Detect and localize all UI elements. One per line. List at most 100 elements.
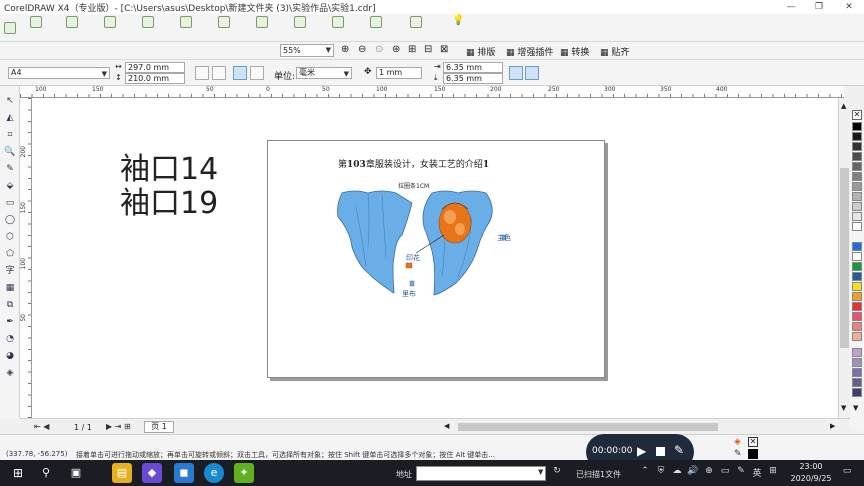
palette-swatch[interactable] <box>852 388 862 397</box>
help-bulb-icon[interactable]: 💡 <box>452 15 464 26</box>
zoom-page-icon[interactable]: ⊞ <box>408 44 416 55</box>
vertical-ruler[interactable]: 200 150 100 50 <box>20 98 32 418</box>
no-fill-indicator-icon[interactable]: ✕ <box>748 437 758 447</box>
paste-icon[interactable] <box>218 16 230 28</box>
zoom-tool-icon[interactable]: 🔍 <box>3 145 17 159</box>
pick-tool-icon[interactable]: ↖ <box>3 94 17 108</box>
convert-button[interactable]: ▦ 转换 <box>560 45 589 58</box>
page-height-field[interactable]: 210.0 mm <box>125 73 185 84</box>
address-field[interactable] <box>416 466 546 481</box>
security-icon[interactable]: ⛨ <box>654 466 668 476</box>
save-icon[interactable] <box>66 16 78 28</box>
palette-swatch[interactable] <box>852 152 862 161</box>
palette-swatch[interactable] <box>852 332 862 341</box>
horizontal-ruler[interactable]: 100 150 50 0 50 100 150 200 250 300 350 … <box>20 86 844 98</box>
page-nav-next-last-icons[interactable]: ▶ ⇥ ⊞ <box>106 422 131 431</box>
palette-swatch[interactable] <box>852 182 862 191</box>
page-tab[interactable]: 页 1 <box>144 421 174 433</box>
palette-swatch[interactable] <box>852 122 862 131</box>
zoom-height-icon[interactable]: ⊠ <box>440 44 448 55</box>
palette-scroll-down-icon[interactable]: ▼ <box>853 404 858 412</box>
battery-icon[interactable]: ▭ <box>718 466 732 476</box>
portrait-button[interactable] <box>195 66 209 80</box>
clock-date[interactable]: 2020/9/25 <box>784 474 838 483</box>
app-icon[interactable]: ◆ <box>142 463 162 483</box>
scroll-down-icon[interactable]: ▼ <box>841 404 846 412</box>
zoom-in-icon[interactable]: ⊕ <box>341 44 349 55</box>
chevron-down-icon[interactable]: ▼ <box>538 468 543 476</box>
duplicate-distance-y-field[interactable]: 6.35 mm <box>443 73 503 84</box>
clock-time[interactable]: 23:00 <box>784 462 838 471</box>
interactive-fill-tool-icon[interactable]: ◈ <box>3 366 17 380</box>
ellipse-tool-icon[interactable]: ◯ <box>3 213 17 227</box>
palette-swatch[interactable] <box>852 292 862 301</box>
palette-swatch[interactable] <box>852 378 862 387</box>
ime-mode-icon[interactable]: ⊞ <box>766 466 780 476</box>
fill-indicator-icon[interactable]: ◈ <box>734 437 741 447</box>
scroll-up-icon[interactable]: ▲ <box>841 102 846 110</box>
rectangle-tool-icon[interactable]: ▭ <box>3 196 17 210</box>
shape-tool-icon[interactable]: ◭ <box>3 111 17 125</box>
polygon-tool-icon[interactable]: ⬡ <box>3 230 17 244</box>
eyedropper-tool-icon[interactable]: ✒ <box>3 315 17 329</box>
palette-swatch[interactable] <box>852 252 862 261</box>
palette-swatch[interactable] <box>852 162 862 171</box>
input-method-icon[interactable]: 英 <box>750 466 764 479</box>
page-width-field[interactable]: 297.0 mm <box>125 62 185 73</box>
palette-swatch[interactable] <box>852 368 862 377</box>
stop-icon[interactable] <box>656 447 665 456</box>
palette-swatch[interactable] <box>852 212 862 221</box>
launcher-icon[interactable] <box>410 16 422 28</box>
play-icon[interactable]: ▶ <box>637 444 646 458</box>
cut-icon[interactable] <box>142 16 154 28</box>
interactive-blend-tool-icon[interactable]: ⧉ <box>3 298 17 312</box>
palette-swatch[interactable] <box>852 348 862 357</box>
document-page[interactable]: 第103章服装设计，女装工艺的介绍1 拉圈条1CM 印花 主色 里布 <box>267 140 605 378</box>
undo-icon[interactable] <box>256 16 268 28</box>
network-icon[interactable]: ⊕ <box>702 466 716 476</box>
redo-icon[interactable] <box>294 16 306 28</box>
pen-tray-icon[interactable]: ✎ <box>734 466 748 476</box>
start-icon[interactable]: ⊞ <box>8 463 28 483</box>
palette-swatch[interactable] <box>852 142 862 151</box>
zoom-width-icon[interactable]: ⊟ <box>424 44 432 55</box>
notification-icon[interactable]: ▭ <box>840 466 854 476</box>
typeset-button[interactable]: ▦ 排版 <box>466 45 495 58</box>
treat-as-filled-button[interactable] <box>509 66 523 80</box>
print-icon[interactable] <box>104 16 116 28</box>
snap-button[interactable]: ▦ 贴齐 <box>600 45 629 58</box>
horizontal-scroll-thumb[interactable] <box>458 423 718 431</box>
zoom-all-icon[interactable]: ⊛ <box>392 44 400 55</box>
volume-icon[interactable]: 🔊 <box>686 466 700 476</box>
close-button[interactable]: ✕ <box>834 0 864 14</box>
page-heading[interactable]: 第103章服装设计，女装工艺的介绍1 <box>338 157 489 170</box>
file-explorer-icon[interactable]: ▤ <box>112 463 132 483</box>
palette-swatch[interactable] <box>852 262 862 271</box>
palette-swatch[interactable] <box>852 272 862 281</box>
enhance-plugin-button[interactable]: ▦ 增强插件 <box>506 45 553 58</box>
palette-swatch[interactable] <box>852 312 862 321</box>
lining-label[interactable]: 里布 <box>402 289 416 299</box>
task-view-icon[interactable]: ▣ <box>66 463 86 483</box>
duplicate-distance-x-field[interactable]: 6.35 mm <box>443 62 503 73</box>
zoom-level-select[interactable]: 55% ▼ <box>280 44 334 57</box>
copy-icon[interactable] <box>180 16 192 28</box>
zoom-out-icon[interactable]: ⊖ <box>358 44 366 55</box>
vertical-scroll-thumb[interactable] <box>840 168 849 348</box>
text-tool-icon[interactable]: 字 <box>3 264 17 278</box>
landscape-button[interactable] <box>212 66 226 80</box>
refresh-icon[interactable]: ↻ <box>550 466 564 476</box>
main-color-label[interactable]: 主色 <box>497 233 511 243</box>
palette-swatch[interactable] <box>852 172 862 181</box>
pen-icon[interactable]: ✎ <box>674 443 684 457</box>
current-page-button[interactable] <box>250 66 264 80</box>
palette-swatch[interactable] <box>852 222 862 231</box>
page-nav-first-prev-icons[interactable]: ⇤ ◀ <box>34 422 49 431</box>
browser-icon[interactable]: e <box>204 463 224 483</box>
export-icon[interactable] <box>370 16 382 28</box>
cloud-icon[interactable]: ☁ <box>670 466 684 476</box>
import-icon[interactable] <box>332 16 344 28</box>
palette-swatch[interactable] <box>852 302 862 311</box>
vertical-scrollbar[interactable]: ▲ ▼ <box>838 98 850 418</box>
no-fill-icon[interactable]: ✕ <box>852 110 862 120</box>
